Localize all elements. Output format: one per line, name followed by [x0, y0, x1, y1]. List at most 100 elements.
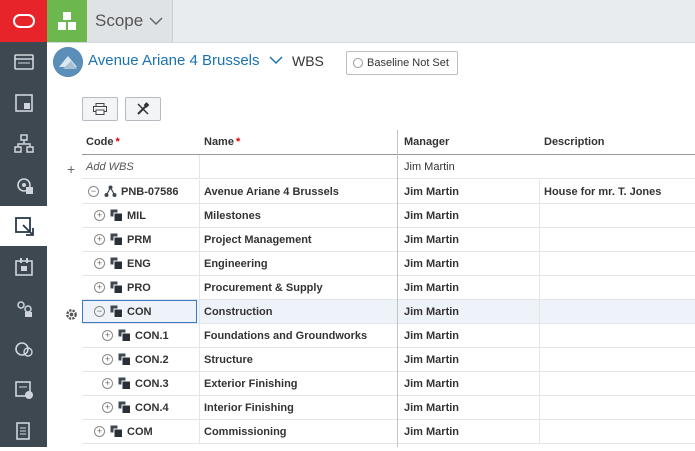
add-wbs-row[interactable]: Add WBS Jim Martin: [82, 155, 695, 179]
wbs-code: PRM: [127, 233, 152, 246]
cost-icon: [14, 381, 33, 399]
gear-icon[interactable]: [65, 308, 78, 321]
add-row-manager[interactable]: Jim Martin: [404, 155, 455, 178]
project-avatar[interactable]: [53, 47, 83, 77]
table-row[interactable]: + CON.2 Structure Jim Martin: [82, 348, 695, 372]
expand-icon[interactable]: +: [94, 426, 105, 437]
code-cell[interactable]: + PRM: [94, 228, 151, 251]
nav-item-ledger[interactable]: [0, 42, 47, 82]
code-cell[interactable]: + ENG: [94, 252, 151, 275]
column-header-name[interactable]: Name *: [204, 130, 240, 154]
column-header-manager[interactable]: Manager: [404, 130, 449, 154]
nav-item-portfolio[interactable]: [0, 83, 47, 123]
add-icon[interactable]: +: [67, 161, 75, 177]
expand-icon[interactable]: +: [102, 330, 113, 341]
team-icon: [16, 301, 32, 317]
manager-cell[interactable]: Jim Martin: [404, 228, 459, 251]
manager-cell[interactable]: Jim Martin: [404, 204, 459, 227]
nav-item-cost[interactable]: [0, 370, 47, 410]
project-node-icon: [104, 185, 117, 197]
code-cell[interactable]: + CON.4: [102, 396, 169, 419]
expand-icon[interactable]: +: [102, 354, 113, 365]
table-row[interactable]: − PNB-07586 Avenue Ariane 4 Brussels Jim Ma…: [82, 180, 695, 204]
table-row[interactable]: + CON.1 Foundations and Groundworks Jim Mar…: [82, 324, 695, 348]
description-cell[interactable]: House for mr. T. Jones: [544, 180, 661, 203]
nav-item-risk[interactable]: [0, 329, 47, 369]
name-cell[interactable]: Foundations and Groundworks: [204, 324, 367, 347]
wbs-node-icon: [118, 401, 131, 414]
chevron-down-icon[interactable]: [269, 55, 283, 65]
collapse-icon[interactable]: −: [88, 186, 99, 197]
code-cell[interactable]: − CON: [94, 300, 151, 323]
expand-icon[interactable]: +: [94, 258, 105, 269]
manager-cell[interactable]: Jim Martin: [404, 324, 459, 347]
table-row[interactable]: + COM Commissioning Jim Martin: [82, 420, 695, 444]
column-header-description[interactable]: Description: [544, 130, 605, 154]
manager-cell[interactable]: Jim Martin: [404, 252, 459, 275]
wbs-code: PRO: [127, 281, 151, 294]
nav-item-hierarchy[interactable]: [0, 124, 47, 164]
risk-icon: [14, 342, 33, 357]
expand-icon[interactable]: +: [94, 282, 105, 293]
nav-item-scope[interactable]: [0, 206, 47, 246]
nav-item-document[interactable]: [0, 411, 47, 451]
code-cell[interactable]: − PNB-07586: [88, 180, 178, 203]
code-cell[interactable]: + MIL: [94, 204, 146, 227]
manager-cell[interactable]: Jim Martin: [404, 372, 459, 395]
code-cell[interactable]: + CON.2: [102, 348, 169, 371]
expand-icon[interactable]: +: [102, 402, 113, 413]
code-cell[interactable]: + CON.1: [102, 324, 169, 347]
name-cell[interactable]: Construction: [204, 300, 272, 323]
oracle-logo[interactable]: [0, 0, 47, 42]
expand-icon[interactable]: +: [94, 210, 105, 221]
printer-icon: [93, 103, 107, 115]
collapse-icon[interactable]: −: [94, 306, 105, 317]
column-header-code[interactable]: Code *: [86, 130, 120, 154]
name-cell[interactable]: Project Management: [204, 228, 312, 251]
name-cell[interactable]: Procurement & Supply: [204, 276, 323, 299]
code-cell[interactable]: + CON.3: [102, 372, 169, 395]
wbs-code: CON.4: [135, 401, 169, 414]
manager-cell[interactable]: Jim Martin: [404, 180, 459, 203]
wbs-code: CON.3: [135, 377, 169, 390]
project-name-link[interactable]: Avenue Ariane 4 Brussels: [88, 52, 260, 69]
table-row[interactable]: + CON.4 Interior Finishing Jim Martin: [82, 396, 695, 420]
manager-cell[interactable]: Jim Martin: [404, 396, 459, 419]
name-cell[interactable]: Exterior Finishing: [204, 372, 298, 395]
table-row[interactable]: − CON Construction Jim Martin: [82, 300, 695, 324]
manager-cell[interactable]: Jim Martin: [404, 348, 459, 371]
nav-item-calendar[interactable]: [0, 247, 47, 287]
expand-icon[interactable]: +: [102, 378, 113, 389]
hierarchy-icon: [13, 134, 34, 153]
table-row[interactable]: + PRM Project Management Jim Martin: [82, 228, 695, 252]
name-cell[interactable]: Engineering: [204, 252, 268, 275]
add-wbs-placeholder[interactable]: Add WBS: [86, 161, 134, 173]
tools-button[interactable]: [125, 97, 161, 121]
print-button[interactable]: [82, 97, 118, 121]
code-cell[interactable]: + PRO: [94, 276, 151, 299]
table-row[interactable]: + PRO Procurement & Supply Jim Martin: [82, 276, 695, 300]
wbs-node-icon: [110, 257, 123, 270]
manager-cell[interactable]: Jim Martin: [404, 276, 459, 299]
table-row[interactable]: + ENG Engineering Jim Martin: [82, 252, 695, 276]
manager-cell[interactable]: Jim Martin: [404, 420, 459, 443]
manager-cell[interactable]: Jim Martin: [404, 300, 459, 323]
wbs-code: COM: [127, 425, 153, 438]
name-cell[interactable]: Commissioning: [204, 420, 287, 443]
expand-icon[interactable]: +: [94, 234, 105, 245]
baseline-button[interactable]: Baseline Not Set: [346, 51, 458, 75]
apps-icon[interactable]: [47, 0, 87, 42]
project-header: Avenue Ariane 4 Brussels WBS Baseline No…: [47, 43, 695, 83]
table-row[interactable]: + CON.3 Exterior Finishing Jim Martin: [82, 372, 695, 396]
radio-icon: [353, 58, 363, 68]
name-cell[interactable]: Milestones: [204, 204, 261, 227]
name-cell[interactable]: Interior Finishing: [204, 396, 294, 419]
module-selector[interactable]: Scope: [87, 0, 173, 42]
nav-item-team[interactable]: [0, 288, 47, 328]
name-cell[interactable]: Structure: [204, 348, 253, 371]
resource-icon: [16, 178, 33, 194]
name-cell[interactable]: Avenue Ariane 4 Brussels: [204, 180, 339, 203]
nav-item-resource[interactable]: [0, 165, 47, 205]
table-row[interactable]: + MIL Milestones Jim Martin: [82, 204, 695, 228]
code-cell[interactable]: + COM: [94, 420, 153, 443]
